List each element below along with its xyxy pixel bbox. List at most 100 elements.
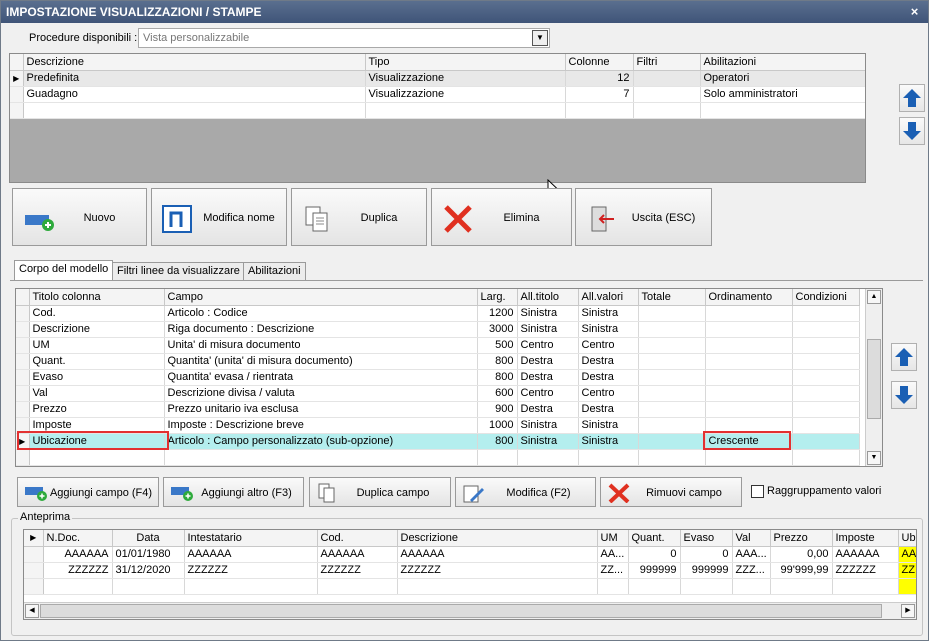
table-cell[interactable]: 600 xyxy=(477,385,518,402)
modifica-button[interactable]: Modifica (F2) xyxy=(455,477,596,507)
table-cell[interactable]: 800 xyxy=(477,433,518,450)
table-row[interactable]: Evaso Quantita' evasa / rientrata 800 Destr… xyxy=(16,369,860,386)
nuovo-button[interactable]: Nuovo xyxy=(12,188,147,246)
table-cell[interactable] xyxy=(638,305,706,322)
table-cell[interactable] xyxy=(633,86,701,103)
table-cell[interactable] xyxy=(792,385,860,402)
table-cell[interactable] xyxy=(705,385,793,402)
table-cell[interactable]: Sinistra xyxy=(578,433,639,450)
column-header[interactable]: Condizioni xyxy=(792,289,860,306)
scroll-down-icon[interactable]: ▼ xyxy=(867,451,881,465)
raggruppamento-checkbox[interactable] xyxy=(751,485,764,498)
table-cell[interactable] xyxy=(638,321,706,338)
field-down-button[interactable] xyxy=(891,381,917,409)
table-cell[interactable] xyxy=(164,449,478,466)
table-cell[interactable] xyxy=(705,401,793,418)
table-cell[interactable]: Sinistra xyxy=(578,321,639,338)
table-cell[interactable] xyxy=(638,449,706,466)
table-cell[interactable]: Predefinita xyxy=(23,70,366,87)
table-cell[interactable] xyxy=(705,369,793,386)
table-cell[interactable] xyxy=(633,102,701,119)
table-row[interactable]: Val Descrizione divisa / valuta 600 Centro C… xyxy=(16,385,860,402)
table-cell[interactable]: 12 xyxy=(565,70,634,87)
table-cell[interactable]: UM xyxy=(29,337,165,354)
column-header[interactable]: Larg. xyxy=(477,289,518,306)
table-cell[interactable]: Sinistra xyxy=(517,433,579,450)
table-cell[interactable] xyxy=(477,449,518,466)
table-cell[interactable] xyxy=(705,305,793,322)
table-row[interactable]: ▶ Predefinita Visualizzazione 12 Operato… xyxy=(10,70,865,87)
table-row-new[interactable] xyxy=(16,449,860,466)
column-header[interactable]: Totale xyxy=(638,289,706,306)
table-cell[interactable]: Val xyxy=(29,385,165,402)
table-cell[interactable]: Visualizzazione xyxy=(365,70,566,87)
table-cell[interactable] xyxy=(638,353,706,370)
table-cell[interactable] xyxy=(792,401,860,418)
scroll-thumb[interactable] xyxy=(40,604,882,618)
aggiungi-campo-button[interactable]: Aggiungi campo (F4) xyxy=(17,477,159,507)
table-cell[interactable]: 3000 xyxy=(477,321,518,338)
table-cell[interactable] xyxy=(792,321,860,338)
aggiungi-altro-button[interactable]: Aggiungi altro (F3) xyxy=(163,477,304,507)
table-cell[interactable]: Operatori xyxy=(700,70,865,87)
table-cell[interactable]: Visualizzazione xyxy=(365,86,566,103)
column-header[interactable]: All.valori xyxy=(578,289,639,306)
table-cell[interactable] xyxy=(792,433,860,450)
table-cell[interactable]: Sinistra xyxy=(517,417,579,434)
tab-corpo-del-modello[interactable]: Corpo del modello xyxy=(14,260,114,281)
table-cell[interactable]: Prezzo xyxy=(29,401,165,418)
table-cell[interactable]: Articolo : Campo personalizzato (sub-opz… xyxy=(164,433,478,450)
table-cell[interactable]: Evaso xyxy=(29,369,165,386)
tab-filtri-linee[interactable]: Filtri linee da visualizzare xyxy=(112,262,245,281)
table-cell[interactable] xyxy=(565,102,634,119)
move-up-button[interactable] xyxy=(899,84,925,112)
column-header[interactable]: Colonne xyxy=(565,54,634,71)
chevron-down-icon[interactable]: ▼ xyxy=(532,30,548,46)
column-header[interactable]: Abilitazioni xyxy=(700,54,865,71)
table-cell[interactable]: Centro xyxy=(578,337,639,354)
table-row[interactable]: Prezzo Prezzo unitario iva esclusa 900 Dest… xyxy=(16,401,860,418)
scroll-right-icon[interactable]: ▶ xyxy=(901,604,915,618)
table-cell[interactable]: Unita' di misura documento xyxy=(164,337,478,354)
field-up-button[interactable] xyxy=(891,343,917,371)
column-header[interactable]: Ordinamento xyxy=(705,289,793,306)
scroll-thumb[interactable] xyxy=(867,339,881,419)
table-cell[interactable]: 900 xyxy=(477,401,518,418)
table-cell[interactable]: Destra xyxy=(578,369,639,386)
table-cell[interactable]: Sinistra xyxy=(578,417,639,434)
tab-abilitazioni[interactable]: Abilitazioni xyxy=(243,262,306,281)
column-header[interactable]: Campo xyxy=(164,289,478,306)
uscita-button[interactable]: Uscita (ESC) xyxy=(575,188,712,246)
table-cell[interactable] xyxy=(705,337,793,354)
table-cell[interactable]: Quant. xyxy=(29,353,165,370)
table-row[interactable]: Quant. Quantita' (unita' di misura docume… xyxy=(16,353,860,370)
columns-grid-scrollbar[interactable]: ▲ ▼ xyxy=(865,289,882,466)
table-cell[interactable]: Destra xyxy=(517,401,579,418)
table-cell[interactable] xyxy=(578,449,639,466)
table-cell[interactable]: Solo amministratori xyxy=(700,86,865,103)
column-header[interactable]: All.titolo xyxy=(517,289,579,306)
table-cell[interactable]: Destra xyxy=(578,353,639,370)
preview-hscrollbar[interactable]: ◀ ▶ xyxy=(24,602,916,619)
table-cell[interactable]: 1000 xyxy=(477,417,518,434)
table-cell[interactable] xyxy=(700,102,865,119)
rimuovi-campo-button[interactable]: Rimuovi campo xyxy=(600,477,742,507)
move-down-button[interactable] xyxy=(899,117,925,145)
table-cell[interactable]: Imposte : Descrizione breve xyxy=(164,417,478,434)
close-icon[interactable]: × xyxy=(907,4,922,19)
scroll-left-icon[interactable]: ◀ xyxy=(25,604,39,618)
table-cell[interactable]: Articolo : Codice xyxy=(164,305,478,322)
table-cell[interactable]: Centro xyxy=(517,385,579,402)
table-cell[interactable]: Cod. xyxy=(29,305,165,322)
table-cell[interactable] xyxy=(792,369,860,386)
table-cell[interactable]: 800 xyxy=(477,369,518,386)
table-cell[interactable] xyxy=(638,369,706,386)
table-cell[interactable] xyxy=(705,353,793,370)
table-cell[interactable]: 800 xyxy=(477,353,518,370)
table-cell[interactable] xyxy=(23,102,366,119)
table-cell[interactable] xyxy=(633,70,701,87)
table-cell[interactable] xyxy=(638,401,706,418)
table-cell[interactable]: Destra xyxy=(517,369,579,386)
table-cell[interactable]: Quantita' evasa / rientrata xyxy=(164,369,478,386)
table-cell[interactable] xyxy=(792,337,860,354)
